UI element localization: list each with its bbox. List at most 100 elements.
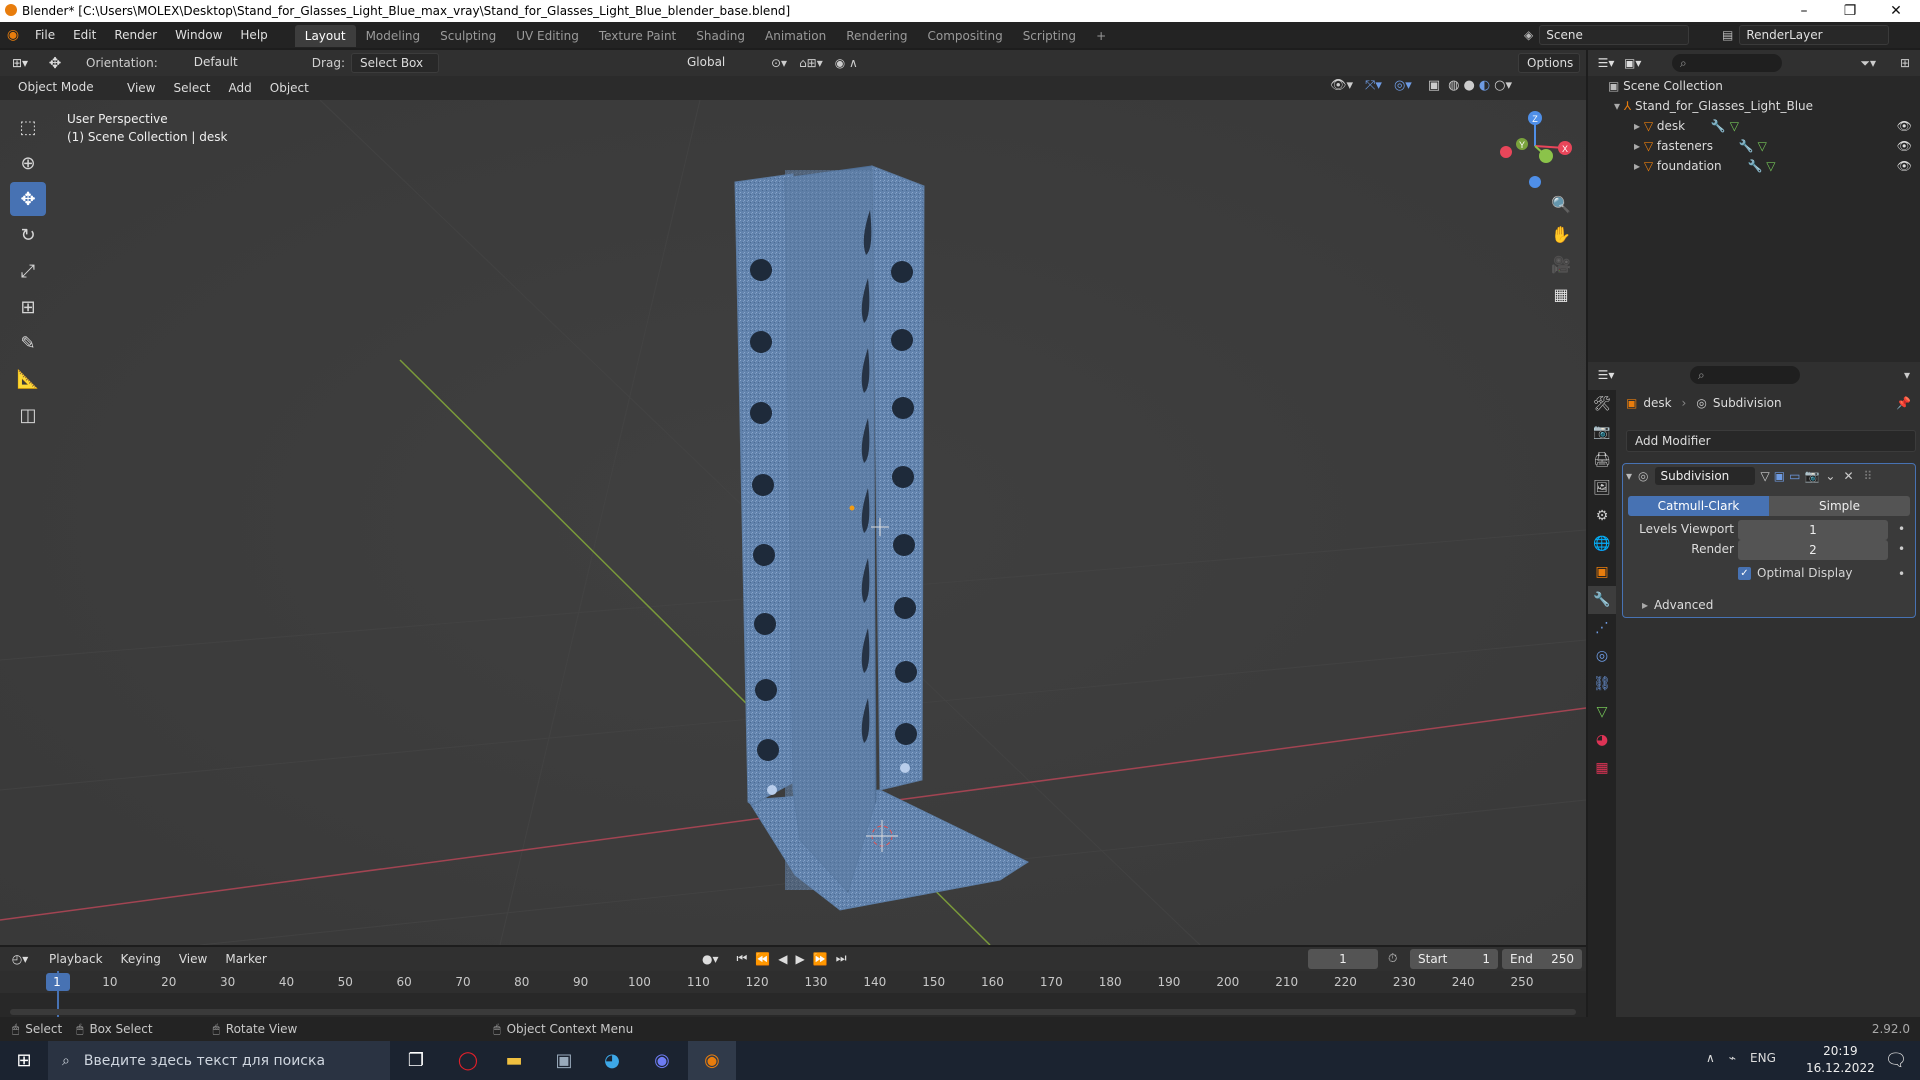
- pivot-icon[interactable]: ⊙▾: [771, 56, 787, 70]
- move-tool-button-icon[interactable]: ✥: [10, 182, 46, 216]
- outliner-item-desk[interactable]: ▸ ▽ desk 🔧 ▽ 👁: [1634, 116, 1918, 136]
- mesh-data-icon[interactable]: ▽: [1758, 139, 1767, 153]
- drag-handle-icon[interactable]: ⠿: [1864, 469, 1873, 483]
- current-frame-field[interactable]: 1: [1308, 949, 1378, 969]
- menu-file[interactable]: File: [26, 22, 64, 48]
- outliner-item-foundation[interactable]: ▸ ▽ foundation 🔧 ▽ 👁: [1634, 156, 1918, 176]
- solid-shading-icon[interactable]: ●: [1463, 78, 1474, 93]
- gizmo-toggle-icon[interactable]: ⤧▾: [1365, 78, 1382, 93]
- jump-start-icon[interactable]: ⏮: [737, 951, 748, 966]
- close-window-button[interactable]: ✕: [1873, 0, 1919, 22]
- preview-range-icon[interactable]: ⏱: [1388, 951, 1397, 966]
- menu-window[interactable]: Window: [166, 22, 231, 48]
- tab-shading[interactable]: Shading: [686, 25, 755, 47]
- editor-type-icon[interactable]: ⊞▾: [0, 56, 40, 70]
- expand-arrow-icon[interactable]: ▸: [1642, 598, 1648, 612]
- render-levels-field[interactable]: 2: [1738, 540, 1888, 560]
- material-shading-icon[interactable]: ◐: [1479, 78, 1490, 93]
- constraints-tab-icon[interactable]: ⛓: [1588, 670, 1616, 698]
- output-tab-icon[interactable]: 🖨: [1588, 446, 1616, 474]
- tool-tab-icon[interactable]: 🛠: [1588, 390, 1616, 418]
- cursor-tool-icon[interactable]: ⊕: [10, 146, 46, 180]
- outliner-search-input[interactable]: ⌕: [1672, 54, 1782, 72]
- data-tab-icon[interactable]: ▽: [1588, 698, 1616, 726]
- transform-tool-icon[interactable]: ⊞: [10, 290, 46, 324]
- minimize-button[interactable]: –: [1781, 0, 1827, 22]
- add-cube-tool-icon[interactable]: ◫: [10, 398, 46, 432]
- scene-selector[interactable]: Scene: [1539, 25, 1690, 45]
- opera-browser-icon[interactable]: ◯: [444, 1041, 492, 1080]
- wireframe-shading-icon[interactable]: ◍: [1448, 78, 1459, 93]
- photo-app-icon[interactable]: ▣: [540, 1041, 588, 1080]
- network-icon[interactable]: ⌁: [1729, 1051, 1736, 1065]
- material-tab-icon[interactable]: ◕: [1588, 726, 1616, 754]
- outliner-item-fasteners[interactable]: ▸ ▽ fasteners 🔧 ▽ 👁: [1634, 136, 1918, 156]
- view-layer-selector[interactable]: RenderLayer: [1739, 25, 1890, 45]
- menu-marker[interactable]: Marker: [216, 952, 275, 966]
- snap-icon[interactable]: ⌂⊞▾: [799, 56, 823, 70]
- visibility-eye-icon[interactable]: 👁: [1897, 136, 1912, 156]
- tab-animation[interactable]: Animation: [755, 25, 836, 47]
- start-button-icon[interactable]: ⊞: [0, 1041, 48, 1080]
- annotate-tool-icon[interactable]: ✎: [10, 326, 46, 360]
- tab-layout[interactable]: Layout: [294, 25, 356, 47]
- menu-select[interactable]: Select: [164, 81, 219, 95]
- blender-taskbar-icon[interactable]: ◉: [688, 1041, 736, 1080]
- outliner-collection-item[interactable]: ▾ ⅄ Stand_for_Glasses_Light_Blue: [1614, 96, 1813, 116]
- tab-compositing[interactable]: Compositing: [917, 25, 1012, 47]
- jump-keyframe-forward-icon[interactable]: ⏩: [813, 952, 828, 966]
- outliner-editor-type-icon[interactable]: ☰▾: [1588, 56, 1624, 70]
- rotate-tool-icon[interactable]: ↻: [10, 218, 46, 252]
- physics-tab-icon[interactable]: ◎: [1588, 642, 1616, 670]
- remove-modifier-icon[interactable]: ✕: [1843, 469, 1853, 483]
- visibility-eye-icon[interactable]: 👁: [1897, 116, 1912, 136]
- menu-keying[interactable]: Keying: [112, 952, 170, 966]
- modifier-name-field[interactable]: Subdivision: [1654, 467, 1755, 485]
- visibility-icon[interactable]: 👁▾: [1330, 78, 1353, 93]
- texture-tab-icon[interactable]: ▦: [1588, 754, 1616, 782]
- notifications-icon[interactable]: 🗨: [1872, 1041, 1920, 1080]
- menu-object[interactable]: Object: [261, 81, 318, 95]
- tray-expand-icon[interactable]: ∧: [1706, 1051, 1715, 1065]
- optimal-display-checkbox[interactable]: ✓: [1738, 566, 1751, 580]
- blender-menu-icon[interactable]: ◉: [0, 27, 26, 43]
- end-frame-field[interactable]: End 250: [1502, 949, 1582, 969]
- tab-scripting[interactable]: Scripting: [1013, 25, 1086, 47]
- menu-edit[interactable]: Edit: [64, 22, 105, 48]
- keyframe-dot-icon[interactable]: •: [1898, 542, 1905, 556]
- rendered-shading-icon[interactable]: ○▾: [1494, 78, 1512, 93]
- jump-end-icon[interactable]: ⏭: [836, 951, 847, 966]
- scale-tool-icon[interactable]: ⤢: [10, 254, 46, 288]
- camera-view-icon[interactable]: 🎥: [1547, 250, 1575, 278]
- tab-sculpting[interactable]: Sculpting: [430, 25, 506, 47]
- task-view-icon[interactable]: ❐: [392, 1041, 440, 1080]
- tab-texture-paint[interactable]: Texture Paint: [589, 25, 686, 47]
- start-frame-field[interactable]: Start 1: [1410, 949, 1498, 969]
- advanced-subpanel[interactable]: ▸ Advanced: [1642, 598, 1713, 612]
- new-collection-icon[interactable]: ⊞: [1900, 56, 1910, 70]
- modifier-wrench-icon[interactable]: 🔧: [1739, 139, 1754, 153]
- modifier-tab-icon[interactable]: 🔧: [1588, 586, 1616, 614]
- auto-keying-icon[interactable]: ●▾: [702, 952, 719, 966]
- modifier-menu-icon[interactable]: ⌄: [1825, 469, 1835, 483]
- language-indicator[interactable]: ENG: [1750, 1051, 1776, 1065]
- jump-keyframe-back-icon[interactable]: ⏪: [755, 952, 770, 966]
- view-layer-tab-icon[interactable]: 🖼: [1588, 474, 1616, 502]
- measure-tool-icon[interactable]: 📐: [10, 362, 46, 396]
- maximize-button[interactable]: ❐: [1827, 0, 1873, 22]
- modifier-wrench-icon[interactable]: 🔧: [1747, 159, 1762, 173]
- zoom-icon[interactable]: 🔍: [1547, 190, 1575, 218]
- navigation-gizmo[interactable]: Z X Y: [1490, 108, 1580, 198]
- play-reverse-icon[interactable]: ◀: [778, 952, 787, 966]
- add-modifier-dropdown[interactable]: Add Modifier: [1626, 430, 1916, 452]
- proportional-edit-icon[interactable]: ◉ ∧: [835, 56, 858, 70]
- properties-options-icon[interactable]: ▾: [1904, 368, 1910, 382]
- menu-add[interactable]: Add: [220, 81, 261, 95]
- pan-hand-icon[interactable]: ✋: [1547, 220, 1575, 248]
- options-dropdown[interactable]: Options: [1518, 53, 1580, 73]
- simple-button[interactable]: Simple: [1769, 496, 1910, 516]
- visibility-eye-icon[interactable]: 👁: [1897, 156, 1912, 176]
- overlay-toggle-icon[interactable]: ◎▾: [1394, 78, 1412, 93]
- expand-arrow-icon[interactable]: ▾: [1614, 99, 1624, 113]
- mesh-data-icon[interactable]: ▽: [1730, 119, 1739, 133]
